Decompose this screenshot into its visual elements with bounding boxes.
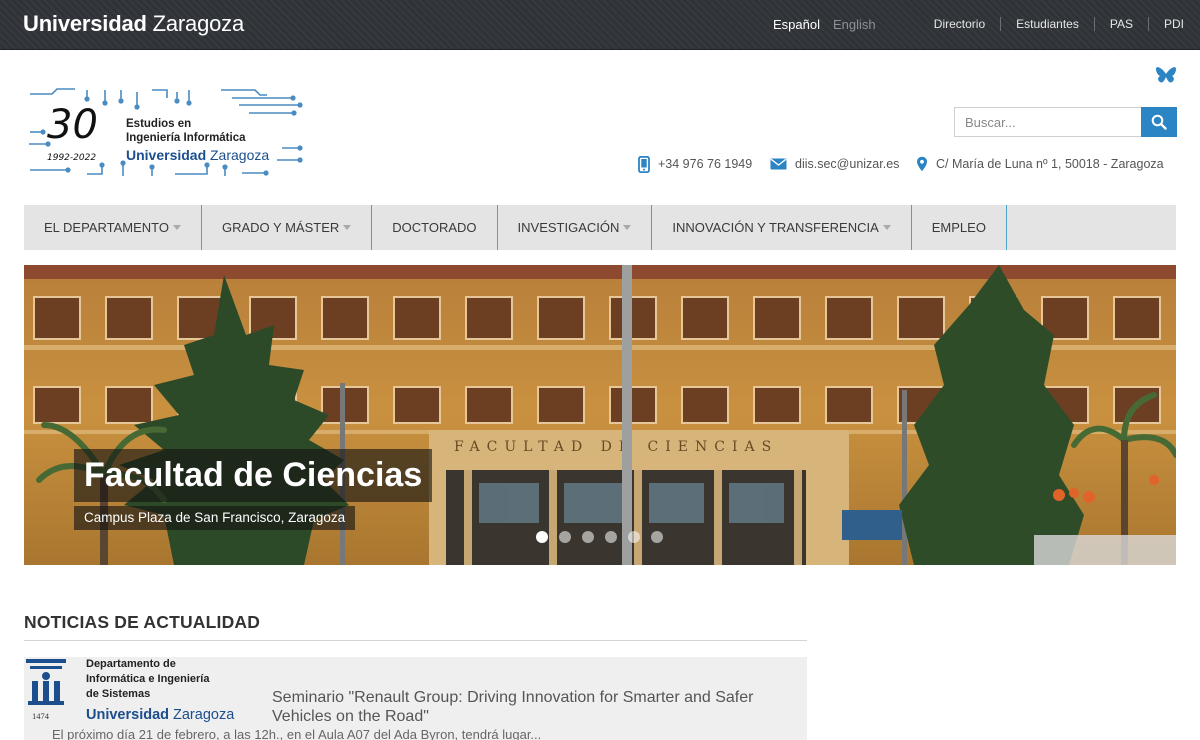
nav-item-doctorado[interactable]: DOCTORADO bbox=[372, 205, 498, 250]
dept-uni-bold: Universidad bbox=[86, 707, 169, 723]
nav-item-investigacion[interactable]: INVESTIGACIÓN bbox=[498, 205, 653, 250]
department-logo-link[interactable]: 30 1992-2022 Estudios en Ingeniería Info… bbox=[27, 88, 305, 178]
facade-text: FACULTAD DE CIENCIAS bbox=[454, 439, 778, 455]
search-icon bbox=[1151, 114, 1167, 130]
department-logo: 1474 Departamento de Informática e Ingen… bbox=[26, 658, 235, 723]
news-title-link[interactable]: Seminario "Renault Group: Driving Innova… bbox=[272, 688, 802, 726]
nav-label: GRADO Y MÁSTER bbox=[221, 220, 340, 235]
nav-label: INVESTIGACIÓN bbox=[517, 220, 620, 235]
dept-year: 1474 bbox=[32, 711, 50, 721]
nav-label: EMPLEO bbox=[931, 220, 986, 235]
logo-uni-rest: Zaragoza bbox=[210, 147, 269, 163]
address-text: C/ María de Luna nº 1, 50018 - Zaragoza bbox=[936, 157, 1164, 171]
slider-dots bbox=[536, 531, 663, 543]
news-excerpt: El próximo día 21 de febrero, a las 12h.… bbox=[52, 727, 542, 740]
logo-uni-bold: Universidad bbox=[126, 147, 206, 163]
news-divider bbox=[24, 640, 807, 641]
chevron-down-icon bbox=[623, 225, 632, 230]
nav-label: INNOVACIÓN Y TRANSFERENCIA bbox=[672, 220, 879, 235]
hero-title: Facultad de Ciencias bbox=[74, 449, 433, 502]
slider-dot[interactable] bbox=[582, 531, 594, 543]
email-text: diis.sec@unizar.es bbox=[795, 157, 900, 171]
top-links: Directorio Estudiantes PAS PDI bbox=[919, 17, 1184, 31]
slider-dot[interactable] bbox=[605, 531, 617, 543]
hero-subtitle: Campus Plaza de San Francisco, Zaragoza bbox=[74, 506, 356, 530]
contact-email[interactable]: diis.sec@unizar.es bbox=[770, 155, 899, 173]
slider-dot[interactable] bbox=[559, 531, 571, 543]
slider-dot[interactable] bbox=[628, 531, 640, 543]
anniversary-logo: 30 1992-2022 Estudios en Ingeniería Info… bbox=[29, 88, 303, 176]
phone-icon bbox=[638, 155, 650, 173]
dept-line3: de Sistemas bbox=[86, 688, 150, 700]
chevron-down-icon bbox=[172, 225, 181, 230]
toplink-pdi[interactable]: PDI bbox=[1147, 17, 1184, 31]
nav-item-empleo[interactable]: EMPLEO bbox=[912, 205, 1007, 250]
main-nav: EL DEPARTAMENTO GRADO Y MÁSTER DOCTORADO… bbox=[24, 205, 1176, 250]
contact-phone[interactable]: +34 976 76 1949 bbox=[638, 155, 752, 173]
toplink-pas[interactable]: PAS bbox=[1093, 17, 1148, 31]
logo-line2: Ingeniería Informática bbox=[126, 132, 246, 144]
toplink-estudiantes[interactable]: Estudiantes bbox=[1000, 17, 1094, 31]
search-button[interactable] bbox=[1141, 107, 1177, 137]
phone-text: +34 976 76 1949 bbox=[658, 157, 753, 171]
toplink-directorio[interactable]: Directorio bbox=[919, 17, 1000, 31]
brand-bold: Universidad bbox=[23, 11, 147, 36]
lang-es-link[interactable]: Español bbox=[773, 17, 820, 32]
nav-item-departamento[interactable]: EL DEPARTAMENTO bbox=[24, 205, 202, 250]
top-bar: Universidad Zaragoza Español English Dir… bbox=[0, 0, 1200, 50]
logo-years: 1992-2022 bbox=[47, 153, 96, 163]
slider-dot[interactable] bbox=[536, 531, 548, 543]
dept-line1: Departamento de bbox=[86, 658, 176, 670]
slider-dot[interactable] bbox=[651, 531, 663, 543]
search-input[interactable] bbox=[954, 107, 1141, 137]
location-pin-icon bbox=[917, 156, 927, 172]
mail-icon bbox=[770, 158, 787, 170]
contact-address[interactable]: C/ María de Luna nº 1, 50018 - Zaragoza bbox=[916, 155, 1164, 173]
lang-en-link[interactable]: English bbox=[833, 17, 876, 32]
chevron-down-icon bbox=[882, 225, 891, 230]
nav-label: DOCTORADO bbox=[392, 220, 477, 235]
chevron-down-icon bbox=[343, 225, 352, 230]
university-brand-link[interactable]: Universidad Zaragoza bbox=[23, 11, 244, 37]
nav-item-innovacion[interactable]: INNOVACIÓN Y TRANSFERENCIA bbox=[652, 205, 912, 250]
news-item[interactable]: 1474 Departamento de Informática e Ingen… bbox=[24, 657, 807, 740]
nav-item-grado-master[interactable]: GRADO Y MÁSTER bbox=[202, 205, 373, 250]
nav-label: EL DEPARTAMENTO bbox=[44, 220, 169, 235]
news-heading: NOTICIAS DE ACTUALIDAD bbox=[24, 612, 261, 632]
bluesky-icon[interactable] bbox=[1155, 66, 1177, 85]
logo-line1: Estudios en bbox=[126, 118, 191, 130]
logo-number: 30 bbox=[47, 102, 98, 148]
dept-line2: Informática e Ingeniería bbox=[86, 673, 210, 685]
brand-rest: Zaragoza bbox=[152, 11, 245, 36]
search-box bbox=[954, 107, 1177, 137]
dept-uni-rest: Zaragoza bbox=[173, 707, 235, 723]
